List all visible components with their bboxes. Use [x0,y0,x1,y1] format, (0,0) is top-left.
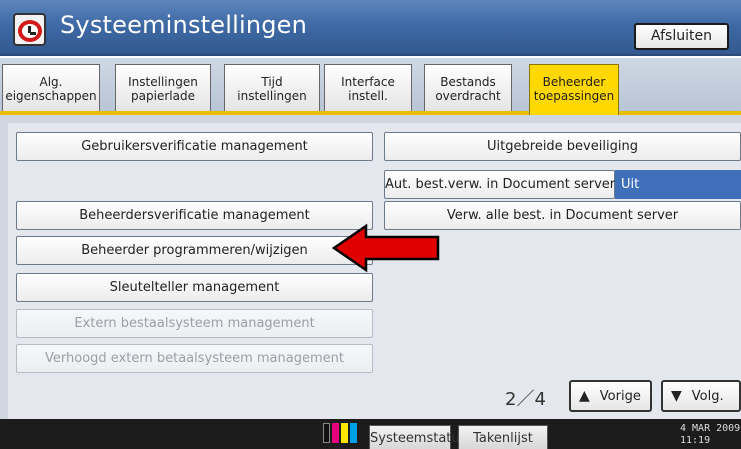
toner-level-icon [323,423,359,447]
alarm-clock-icon [13,13,46,46]
time: 11:19 [680,435,711,446]
tab-label: overdracht [435,89,501,103]
tab-strip: Alg. eigenschappen Instellingen papierla… [0,58,741,115]
tab-label: papierlade [131,89,195,103]
tab-general[interactable]: Alg. eigenschappen [2,64,100,111]
date-time: 4 MAR 2009 11:19 [680,423,740,447]
tab-time[interactable]: Tijd instellingen [224,64,320,111]
title-bar: Systeeminstellingen Afsluiten [0,0,741,56]
external-charge-unit-management-button: Extern bestaalsysteem management [16,309,373,338]
previous-page-button[interactable]: ▲ Vorige [569,380,652,412]
tab-administrator-tools[interactable]: Beheerder toepassingen [529,64,619,115]
tab-label: toepassingen [533,89,615,103]
tab-label: Beheerder [542,75,606,89]
tab-label: Bestands [440,75,496,89]
tab-label: Tijd [261,75,283,89]
date: 4 MAR 2009 [680,423,741,434]
tab-label: Alg. [39,75,63,89]
triangle-down-icon: ▼ [671,388,682,404]
next-label: Volg. [691,389,724,404]
tab-paper-tray[interactable]: Instellingen papierlade [115,64,211,111]
tab-label: Instellingen [128,75,198,89]
extended-security-button[interactable]: Uitgebreide beveiliging [384,132,741,161]
program-change-administrator-button[interactable]: Beheerder programmeren/wijzigen [16,236,373,265]
job-list-button[interactable]: Takenlijst [458,425,548,449]
tab-label: instellingen [237,89,307,103]
triangle-up-icon: ▲ [579,388,590,404]
window-title: Systeeminstellingen [60,11,308,39]
exit-button[interactable]: Afsluiten [634,23,729,50]
red-arrow-icon [331,223,440,273]
administrator-authentication-management-button[interactable]: Beheerdersverificatie management [16,201,373,230]
enhanced-external-charge-unit-management-button: Verhoogd extern betaalsysteem management [16,344,373,373]
previous-label: Vorige [599,389,641,404]
tab-file-transfer[interactable]: Bestands overdracht [424,64,512,111]
status-bar: Systeemstatus Takenlijst 4 MAR 2009 11:1… [0,419,741,449]
system-status-button[interactable]: Systeemstatus [369,425,466,449]
page-indicator: 2／4 [505,389,546,410]
auto-delete-file-value: Uit [615,170,741,199]
key-counter-management-button[interactable]: Sleutelteller management [16,273,373,302]
tab-interface[interactable]: Interface instell. [324,64,412,111]
tab-label: Interface [341,75,395,89]
tab-label: instell. [348,89,388,103]
user-authentication-management-button[interactable]: Gebruikersverificatie management [16,132,373,161]
auto-delete-file-button[interactable]: Aut. best.verw. in Document server [384,170,615,199]
next-page-button[interactable]: ▼ Volg. [661,380,741,412]
tab-label: eigenschappen [5,89,97,103]
